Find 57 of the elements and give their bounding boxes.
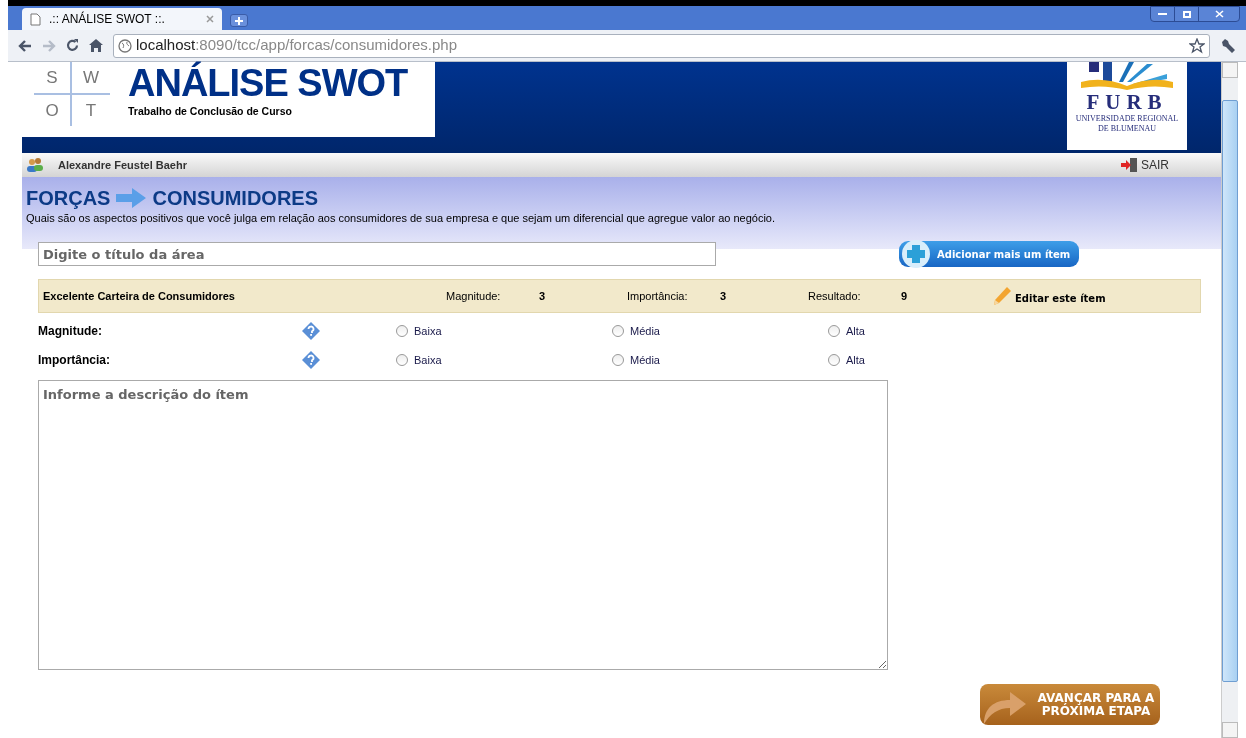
rating-label: Magnitude: bbox=[38, 323, 103, 340]
users-icon bbox=[26, 157, 44, 173]
logo-letter: S bbox=[34, 62, 72, 95]
site-title: ANÁLISE SWOT bbox=[128, 62, 408, 104]
logout-button[interactable]: SAIR bbox=[1120, 156, 1169, 174]
radio-option[interactable]: Alta bbox=[828, 322, 1044, 340]
add-item-button[interactable]: Adicionar mais um ítem bbox=[899, 241, 1079, 267]
logo-letter: T bbox=[84, 99, 98, 122]
description-text: Quais são os aspectos positivos que você julga em relação aos consumidores de sua empresa e que sejam um diferencial que agregue valor ao negócio. bbox=[26, 211, 777, 226]
browser-tab[interactable]: .:: ANÁLISE SWOT ::. bbox=[22, 8, 222, 30]
section-heading: FORÇAS bbox=[26, 187, 111, 209]
reload-icon[interactable] bbox=[66, 39, 79, 52]
logo-letter: O bbox=[34, 95, 72, 126]
rating-label: Importância: bbox=[38, 352, 111, 369]
radio-option[interactable]: Alta bbox=[828, 351, 1044, 369]
wrench-icon[interactable] bbox=[1220, 37, 1236, 54]
item-field-value: 3 bbox=[720, 288, 727, 304]
next-step-button[interactable]: AVANÇAR PARA A PRÓXIMA ETAPA bbox=[980, 684, 1160, 725]
plus-icon bbox=[235, 16, 243, 25]
plus-icon bbox=[899, 239, 933, 269]
scrollbar[interactable] bbox=[1221, 62, 1238, 738]
radio-option[interactable]: Média bbox=[612, 322, 828, 340]
page-icon bbox=[30, 12, 41, 26]
item-field-label: Magnitude: bbox=[446, 288, 502, 304]
logo-letter: W bbox=[72, 62, 110, 95]
exit-door-icon bbox=[1120, 157, 1138, 173]
radio-option[interactable]: Baixa bbox=[396, 322, 612, 340]
site-subtitle: Trabalho de Conclusão de Curso bbox=[128, 104, 293, 119]
star-icon[interactable] bbox=[1189, 37, 1205, 54]
pencil-icon bbox=[992, 286, 1012, 306]
item-field-label: Resultado: bbox=[808, 288, 862, 304]
globe-icon bbox=[118, 38, 132, 53]
close-icon bbox=[1214, 10, 1224, 18]
university-caption: UNIVERSIDADE REGIONAL bbox=[1075, 114, 1179, 124]
new-tab-button[interactable] bbox=[230, 14, 248, 27]
radio-option[interactable]: Média bbox=[612, 351, 828, 369]
close-icon[interactable] bbox=[206, 15, 214, 23]
item-field-label: Importância: bbox=[627, 288, 689, 304]
item-field-value: 3 bbox=[539, 288, 546, 304]
url-text: localhost:8090/tcc/app/forcas/consumidores.php bbox=[136, 35, 459, 56]
title-input[interactable]: Digite o título da área bbox=[38, 242, 716, 266]
description-input[interactable]: Informe a descrição do ítem bbox=[38, 380, 888, 670]
help-icon[interactable] bbox=[302, 351, 320, 369]
university-caption: DE BLUMENAU bbox=[1098, 124, 1156, 134]
item-title: Excelente Carteira de Consumidores bbox=[42, 288, 236, 304]
item-field-value: 9 bbox=[901, 288, 908, 304]
address-bar[interactable]: localhost:8090/tcc/app/forcas/consumidores.php bbox=[113, 33, 1210, 58]
tab-title: .:: ANÁLISE SWOT ::. bbox=[49, 10, 166, 28]
help-icon[interactable] bbox=[302, 322, 320, 340]
edit-item-button[interactable]: Editar este ítem bbox=[992, 286, 1106, 306]
topic-heading: CONSUMIDORES bbox=[152, 187, 319, 209]
home-icon[interactable] bbox=[89, 39, 103, 52]
university-name: FURB bbox=[1086, 90, 1168, 114]
radio-option[interactable]: Baixa bbox=[396, 351, 612, 369]
back-arrow-icon[interactable] bbox=[18, 39, 32, 52]
arrow-right-icon bbox=[116, 188, 147, 208]
user-name: Alexandre Feustel Baehr bbox=[58, 157, 187, 173]
